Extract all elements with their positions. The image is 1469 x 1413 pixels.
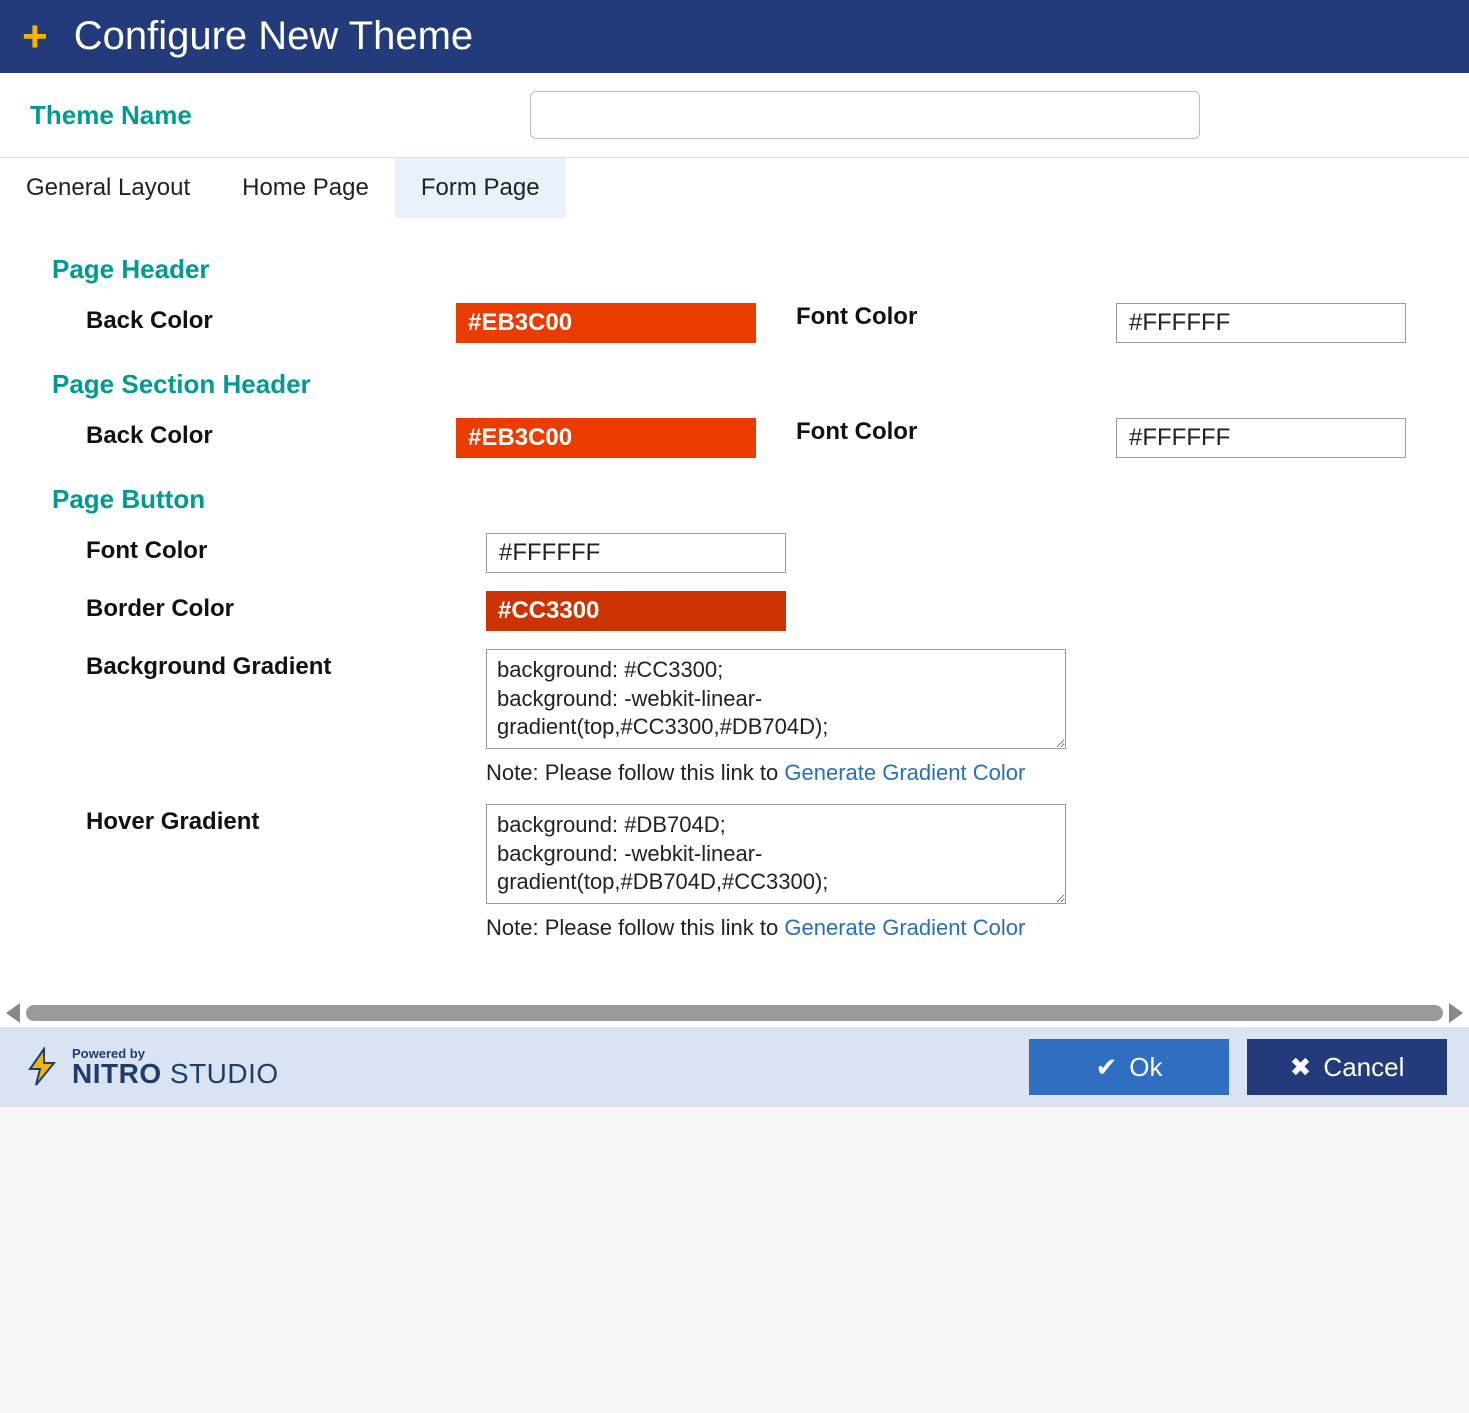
bg-grad-note-link[interactable]: Generate Gradient Color xyxy=(784,760,1025,785)
app-root: + Configure New Theme Theme Name General… xyxy=(0,0,1469,1107)
page-header-fontcolor-input[interactable] xyxy=(1116,303,1406,343)
close-icon: ✖ xyxy=(1290,1054,1312,1080)
horizontal-scrollbar[interactable] xyxy=(0,999,1469,1027)
scroll-track[interactable] xyxy=(26,1005,1443,1021)
check-icon: ✔ xyxy=(1095,1054,1117,1080)
page-button-bg-grad-input[interactable] xyxy=(486,649,1066,749)
page-button-bg-grad-row: Background Gradient Note: Please follow … xyxy=(86,649,1443,786)
page-section-header-fontcolor-label: Font Color xyxy=(796,418,1076,446)
theme-name-input[interactable] xyxy=(530,91,1200,139)
page-header-row: Back Color #EB3C00 Font Color xyxy=(86,303,1443,343)
plus-icon: + xyxy=(22,15,48,59)
cancel-button-label: Cancel xyxy=(1323,1052,1404,1083)
theme-name-label: Theme Name xyxy=(30,100,530,131)
brand-name: NITRO STUDIO xyxy=(72,1060,279,1088)
tab-form-page[interactable]: Form Page xyxy=(395,158,566,218)
tab-home-page[interactable]: Home Page xyxy=(216,158,395,218)
section-page-section-header-title: Page Section Header xyxy=(52,369,1443,400)
page-button-fontcolor-input[interactable] xyxy=(486,533,786,573)
brand: Powered by NITRO STUDIO xyxy=(22,1047,279,1088)
page-button-hover-grad-input[interactable] xyxy=(486,804,1066,904)
page-title: Configure New Theme xyxy=(74,14,473,59)
page-button-hover-grad-col: Note: Please follow this link to Generat… xyxy=(486,804,1066,941)
form-page-content: Page Header Back Color #EB3C00 Font Colo… xyxy=(0,218,1469,999)
page-button-fontcolor-row: Font Color xyxy=(86,533,1443,573)
page-button-bg-grad-note: Note: Please follow this link to Generat… xyxy=(486,760,1066,786)
brand-bold: NITRO xyxy=(72,1058,162,1089)
bolt-icon xyxy=(22,1047,62,1087)
tab-general-layout[interactable]: General Layout xyxy=(0,158,216,218)
page-button-hover-grad-label: Hover Gradient xyxy=(86,804,446,836)
page-button-hover-grad-row: Hover Gradient Note: Please follow this … xyxy=(86,804,1443,941)
footer: Powered by NITRO STUDIO ✔ Ok ✖ Cancel xyxy=(0,1027,1469,1107)
bg-grad-note-prefix: Note: Please follow this link to xyxy=(486,760,784,785)
page-button-fontcolor-label: Font Color xyxy=(86,533,446,565)
page-button-hover-grad-note: Note: Please follow this link to Generat… xyxy=(486,915,1066,941)
theme-name-row: Theme Name xyxy=(0,73,1469,158)
section-page-header-title: Page Header xyxy=(52,254,1443,285)
brand-light: STUDIO xyxy=(162,1058,279,1089)
cancel-button[interactable]: ✖ Cancel xyxy=(1247,1039,1447,1095)
page-button-bg-grad-label: Background Gradient xyxy=(86,649,446,681)
hover-grad-note-prefix: Note: Please follow this link to xyxy=(486,915,784,940)
page-button-bordercolor-input[interactable]: #CC3300 xyxy=(486,591,786,631)
page-header-backcolor-label: Back Color xyxy=(86,303,416,335)
tabs: General Layout Home Page Form Page xyxy=(0,158,1469,218)
page-button-bg-grad-col: Note: Please follow this link to Generat… xyxy=(486,649,1066,786)
hover-grad-note-link[interactable]: Generate Gradient Color xyxy=(784,915,1025,940)
page-header-fontcolor-label: Font Color xyxy=(796,303,1076,331)
page-section-header-fontcolor-input[interactable] xyxy=(1116,418,1406,458)
page-section-header-row: Back Color #EB3C00 Font Color xyxy=(86,418,1443,458)
section-page-button-title: Page Button xyxy=(52,484,1443,515)
brand-text: Powered by NITRO STUDIO xyxy=(72,1047,279,1088)
page-section-header-backcolor-label: Back Color xyxy=(86,418,416,450)
page-section-header-backcolor-input[interactable]: #EB3C00 xyxy=(456,418,756,458)
ok-button[interactable]: ✔ Ok xyxy=(1029,1039,1229,1095)
scroll-right-icon[interactable] xyxy=(1449,1003,1463,1023)
title-bar: + Configure New Theme xyxy=(0,0,1469,73)
page-button-bordercolor-row: Border Color #CC3300 xyxy=(86,591,1443,631)
scroll-left-icon[interactable] xyxy=(6,1003,20,1023)
ok-button-label: Ok xyxy=(1129,1052,1162,1083)
page-header-backcolor-input[interactable]: #EB3C00 xyxy=(456,303,756,343)
page-button-bordercolor-label: Border Color xyxy=(86,591,446,623)
